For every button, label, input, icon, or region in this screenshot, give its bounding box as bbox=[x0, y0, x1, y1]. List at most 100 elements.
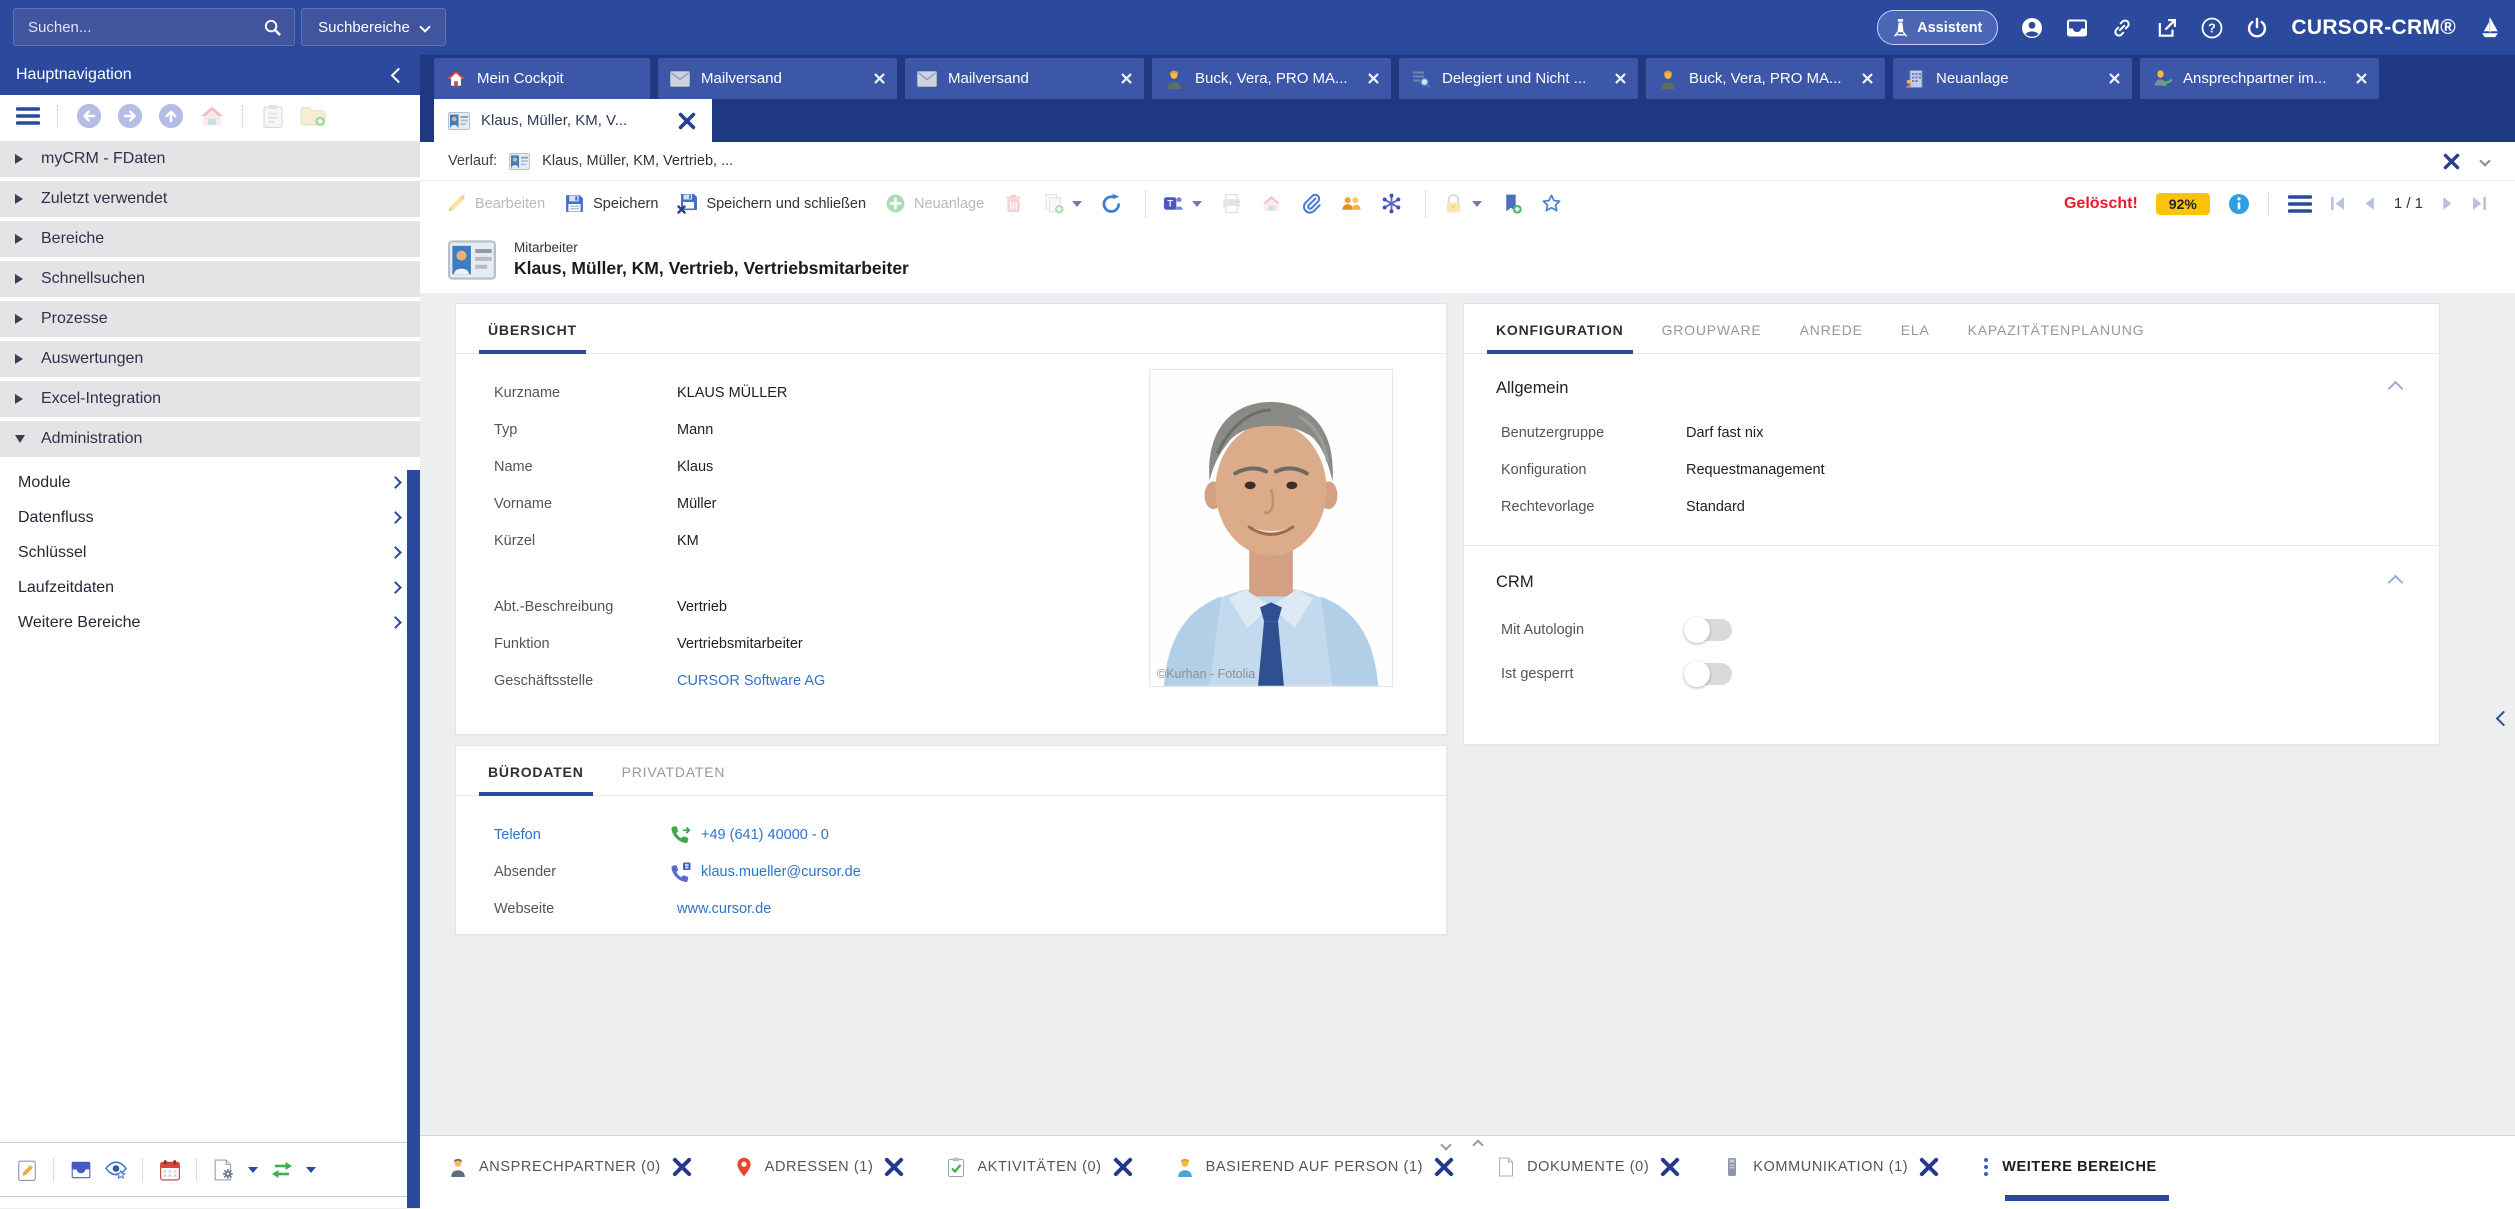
aktualisieren-button[interactable] bbox=[1101, 193, 1122, 214]
search-input[interactable] bbox=[14, 19, 263, 36]
first-record-icon[interactable] bbox=[2330, 196, 2345, 211]
sidebar-item-administration[interactable]: Administration bbox=[0, 421, 420, 457]
beziehungen-button[interactable] bbox=[1381, 193, 1402, 214]
dropdown-caret-icon[interactable] bbox=[248, 1167, 258, 1173]
clipboard-icon[interactable] bbox=[261, 104, 285, 128]
nav-back-icon[interactable] bbox=[76, 103, 102, 129]
tab-neuanlage[interactable]: Neuanlage bbox=[1893, 58, 2132, 99]
bottom-tab-weitere-bereiche[interactable]: WEITERE BEREICHE bbox=[1981, 1157, 2157, 1177]
nav-up-icon[interactable] bbox=[158, 103, 184, 129]
bottom-tab-kommunikation[interactable]: KOMMUNIKATION (1) bbox=[1722, 1157, 1939, 1177]
tab-close-icon[interactable] bbox=[1919, 1157, 1939, 1177]
chevron-down-icon[interactable] bbox=[2481, 152, 2489, 170]
add-folder-icon[interactable] bbox=[300, 103, 326, 129]
tab-uebersicht[interactable]: ÜBERSICHT bbox=[488, 322, 577, 353]
office-tab-buerodaten[interactable]: BÜRODATEN bbox=[488, 764, 584, 795]
mit-autologin-toggle[interactable] bbox=[1686, 619, 1732, 641]
tab-close-icon[interactable] bbox=[676, 112, 698, 130]
user-avatar-icon[interactable] bbox=[2021, 17, 2043, 39]
sidebar-scrollbar[interactable] bbox=[407, 470, 420, 1208]
sidebar-item-prozesse[interactable]: Prozesse bbox=[0, 301, 420, 337]
search-icon[interactable] bbox=[263, 18, 282, 37]
tab-close-icon[interactable] bbox=[1615, 73, 1626, 84]
sidebar-item-zuletzt-verwendet[interactable]: Zuletzt verwendet bbox=[0, 181, 420, 217]
field-value[interactable]: www.cursor.de bbox=[677, 901, 771, 917]
bottom-tab-adressen[interactable]: ADRESSEN (1) bbox=[734, 1157, 905, 1177]
config-tab-kapazitaetenplanung[interactable]: KAPAZITÄTENPLANUNG bbox=[1968, 322, 2145, 353]
notes-icon[interactable] bbox=[16, 1159, 38, 1181]
kopieren-button[interactable] bbox=[1043, 193, 1082, 214]
sperren-button[interactable] bbox=[1443, 193, 1482, 214]
tab-close-icon[interactable] bbox=[874, 73, 885, 84]
list-menu-icon[interactable] bbox=[2288, 194, 2312, 214]
tab-close-icon[interactable] bbox=[1368, 73, 1379, 84]
sidebar-item-mycrm-fdaten[interactable]: myCRM - FDaten bbox=[0, 141, 420, 177]
submenu-item-datenfluss[interactable]: Datenfluss bbox=[0, 500, 420, 535]
bearbeiten-button[interactable]: Bearbeiten bbox=[446, 193, 545, 214]
field-value[interactable]: klaus.mueller@cursor.de bbox=[701, 864, 861, 880]
field-label[interactable]: Telefon bbox=[494, 827, 670, 843]
help-icon[interactable]: ? bbox=[2201, 17, 2223, 39]
config-tab-ela[interactable]: ELA bbox=[1901, 322, 1930, 353]
sidebar-item-auswertungen[interactable]: Auswertungen bbox=[0, 341, 420, 377]
collapse-down-icon[interactable] bbox=[1440, 1139, 1451, 1150]
expand-up-icon[interactable] bbox=[1472, 1139, 1483, 1150]
inbox-icon[interactable] bbox=[2066, 17, 2088, 39]
tab-delegiert-und-nicht[interactable]: Delegiert und Nicht ... bbox=[1399, 58, 1638, 99]
adresse-button[interactable] bbox=[1261, 193, 1282, 214]
watchlist-icon[interactable] bbox=[105, 1159, 127, 1181]
submenu-item-weitere-bereiche[interactable]: Weitere Bereiche bbox=[0, 605, 420, 640]
tab-close-icon[interactable] bbox=[672, 1157, 692, 1177]
previous-record-icon[interactable] bbox=[2362, 196, 2377, 211]
sidebar-collapse-button[interactable] bbox=[393, 70, 404, 81]
collapse-chevron-icon[interactable] bbox=[2390, 383, 2401, 394]
speichern-und-schliessen-button[interactable]: Speichern und schließen bbox=[677, 193, 866, 214]
config-tab-konfiguration[interactable]: KONFIGURATION bbox=[1496, 322, 1624, 353]
tab-buck-vera-1[interactable]: Buck, Vera, PRO MA... bbox=[1152, 58, 1391, 99]
assistant-button[interactable]: Assistent bbox=[1877, 10, 1998, 45]
drucken-button[interactable] bbox=[1221, 193, 1242, 214]
expand-panel-button[interactable] bbox=[2498, 713, 2509, 724]
tab-buck-vera-2[interactable]: Buck, Vera, PRO MA... bbox=[1646, 58, 1885, 99]
tab-close-icon[interactable] bbox=[2109, 73, 2120, 84]
search-scope-button[interactable]: Suchbereiche bbox=[301, 8, 446, 46]
office-tab-privatdaten[interactable]: PRIVATDATEN bbox=[622, 764, 726, 795]
nav-forward-icon[interactable] bbox=[117, 103, 143, 129]
home-icon[interactable] bbox=[199, 103, 225, 129]
ist-gesperrt-toggle[interactable] bbox=[1686, 663, 1732, 685]
bottom-tab-aktivitaeten[interactable]: AKTIVITÄTEN (0) bbox=[946, 1157, 1132, 1177]
config-tab-anrede[interactable]: ANREDE bbox=[1800, 322, 1863, 353]
close-icon[interactable] bbox=[2441, 153, 2462, 170]
next-record-icon[interactable] bbox=[2440, 196, 2455, 211]
config-tab-groupware[interactable]: GROUPWARE bbox=[1662, 322, 1762, 353]
bottom-tab-basierend-auf-person[interactable]: BASIEREND AUF PERSON (1) bbox=[1175, 1157, 1454, 1177]
tab-ansprechpartner-im[interactable]: Ansprechpartner im... bbox=[2140, 58, 2379, 99]
tab-mailversand-2[interactable]: Mailversand bbox=[905, 58, 1144, 99]
bottom-tab-ansprechpartner[interactable]: ANSPRECHPARTNER (0) bbox=[448, 1157, 692, 1177]
tab-mein-cockpit[interactable]: Mein Cockpit bbox=[434, 58, 650, 99]
sidebar-item-bereiche[interactable]: Bereiche bbox=[0, 221, 420, 257]
sidebar-item-schnellsuchen[interactable]: Schnellsuchen bbox=[0, 261, 420, 297]
last-record-icon[interactable] bbox=[2472, 196, 2487, 211]
info-icon[interactable] bbox=[2228, 193, 2250, 215]
inbox-icon[interactable] bbox=[70, 1159, 92, 1181]
field-value[interactable]: CURSOR Software AG bbox=[677, 673, 825, 689]
submenu-item-module[interactable]: Module bbox=[0, 465, 420, 500]
speichern-button[interactable]: Speichern bbox=[564, 193, 658, 214]
teams-button[interactable]: T bbox=[1163, 193, 1202, 214]
link-icon[interactable] bbox=[2111, 17, 2133, 39]
field-value[interactable]: +49 (641) 40000 - 0 bbox=[701, 827, 829, 843]
tab-mailversand-1[interactable]: Mailversand bbox=[658, 58, 897, 99]
menu-icon[interactable] bbox=[16, 104, 40, 128]
logout-icon[interactable] bbox=[2246, 17, 2268, 39]
loeschen-button[interactable] bbox=[1003, 193, 1024, 214]
sync-icon[interactable] bbox=[271, 1159, 293, 1181]
dropdown-caret-icon[interactable] bbox=[306, 1167, 316, 1173]
personen-button[interactable] bbox=[1341, 193, 1362, 214]
lesezeichen-button[interactable] bbox=[1501, 193, 1522, 214]
external-link-icon[interactable] bbox=[2156, 17, 2178, 39]
anhang-button[interactable] bbox=[1301, 193, 1322, 214]
favorit-button[interactable] bbox=[1541, 193, 1562, 214]
tab-close-icon[interactable] bbox=[1113, 1157, 1133, 1177]
tab-close-icon[interactable] bbox=[884, 1157, 904, 1177]
